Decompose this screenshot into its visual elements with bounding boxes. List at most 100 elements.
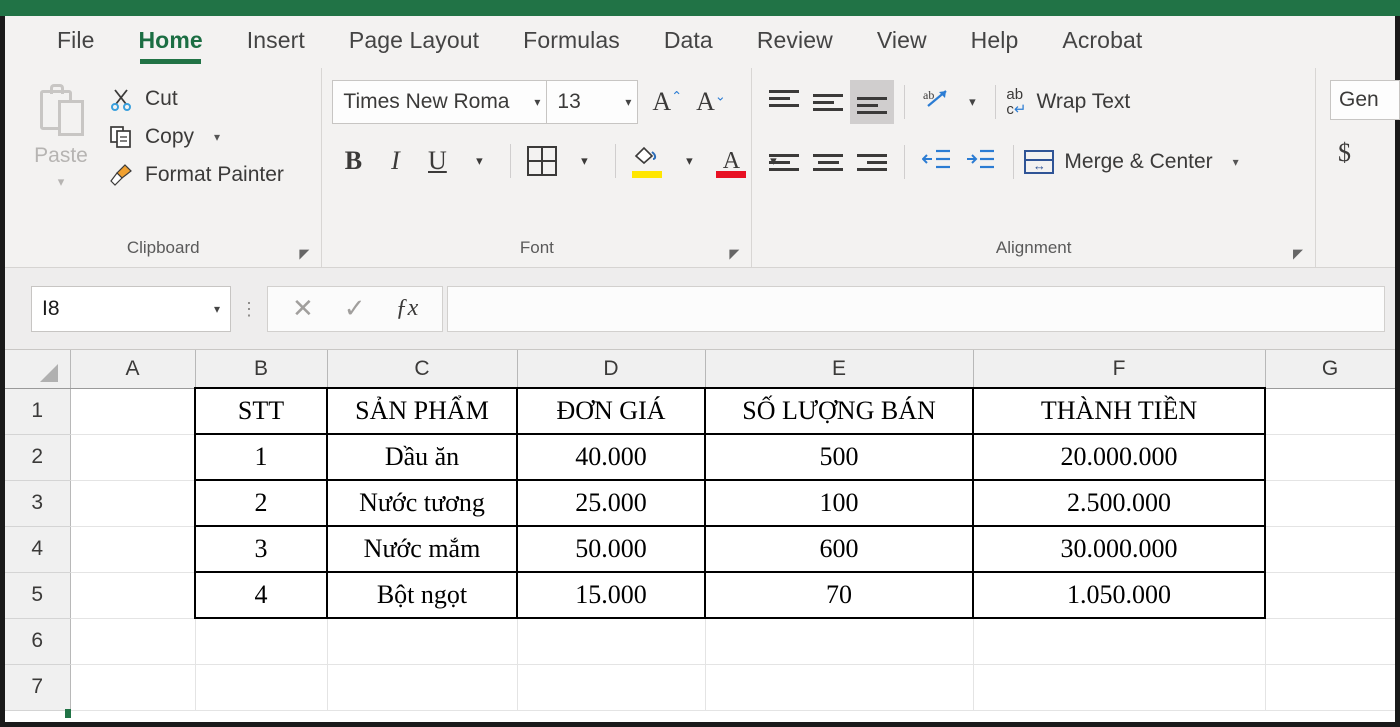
font-size-input[interactable]: 13 ▾ xyxy=(546,80,639,124)
alignment-dialog-launcher[interactable]: ◤ xyxy=(1291,247,1305,261)
tab-home[interactable]: Home xyxy=(116,23,224,64)
underline-chevron-down-icon[interactable]: ▾ xyxy=(458,140,500,182)
cell-B2[interactable]: 1 xyxy=(194,433,328,481)
decrease-indent-button[interactable] xyxy=(915,140,959,184)
borders-chevron-down-icon[interactable]: ▾ xyxy=(563,140,605,182)
cell-F7[interactable] xyxy=(973,664,1266,711)
merge-center-button[interactable]: Merge & Center ▾ xyxy=(1024,150,1239,174)
copy-button[interactable]: Copy ▾ xyxy=(107,124,284,150)
cell-C5[interactable]: Bột ngọt xyxy=(326,571,518,619)
chevron-down-icon[interactable]: ▾ xyxy=(534,95,540,109)
column-header-g[interactable]: G xyxy=(1265,350,1395,389)
row-header-2[interactable]: 2 xyxy=(5,434,71,481)
clipboard-dialog-launcher[interactable]: ◤ xyxy=(297,247,311,261)
font-color-button[interactable]: A xyxy=(710,140,752,182)
align-right-button[interactable] xyxy=(850,140,894,184)
currency-format-button[interactable]: $ xyxy=(1330,138,1351,168)
cell-E5[interactable]: 70 xyxy=(704,571,974,619)
cell-F5[interactable]: 1.050.000 xyxy=(972,571,1266,619)
cell-D5[interactable]: 15.000 xyxy=(516,571,706,619)
fill-color-button[interactable] xyxy=(626,140,668,182)
cell-G2[interactable] xyxy=(1265,434,1395,481)
increase-indent-button[interactable] xyxy=(959,140,1003,184)
cell-E7[interactable] xyxy=(705,664,974,711)
row-header-1[interactable]: 1 xyxy=(5,388,71,435)
chevron-down-icon[interactable]: ▾ xyxy=(214,302,220,316)
tab-acrobat[interactable]: Acrobat xyxy=(1040,23,1164,62)
cell-G6[interactable] xyxy=(1265,618,1395,665)
cell-A4[interactable] xyxy=(70,526,196,573)
name-box[interactable]: I8 ▾ xyxy=(31,285,231,332)
chevron-down-icon[interactable]: ▾ xyxy=(214,130,220,144)
column-header-b[interactable]: B xyxy=(195,350,328,389)
cell-A1[interactable] xyxy=(70,388,196,435)
close-x-icon[interactable]: ✕ xyxy=(292,293,314,324)
borders-button[interactable] xyxy=(521,140,563,182)
align-top-button[interactable] xyxy=(762,80,806,124)
tab-review[interactable]: Review xyxy=(735,23,855,62)
cell-G5[interactable] xyxy=(1265,572,1395,619)
align-bottom-button[interactable] xyxy=(850,80,895,124)
cell-E2[interactable]: 500 xyxy=(704,433,974,481)
cell-G1[interactable] xyxy=(1265,388,1395,435)
align-center-button[interactable] xyxy=(806,140,850,184)
number-format-select[interactable]: Gen xyxy=(1330,80,1400,120)
orientation-chevron-down-icon[interactable]: ▾ xyxy=(959,80,985,124)
cell-A7[interactable] xyxy=(70,664,196,711)
tab-data[interactable]: Data xyxy=(642,23,735,62)
select-all-corner[interactable] xyxy=(5,350,71,389)
cell-C7[interactable] xyxy=(327,664,518,711)
formula-input[interactable] xyxy=(447,285,1385,332)
cell-B3[interactable]: 2 xyxy=(194,479,328,527)
cell-D2[interactable]: 40.000 xyxy=(516,433,706,481)
bold-button[interactable]: B xyxy=(332,140,374,182)
chevron-down-icon[interactable]: ▾ xyxy=(58,174,65,190)
cell-C3[interactable]: Nước tương xyxy=(326,479,518,527)
tab-view[interactable]: View xyxy=(855,23,949,62)
fill-color-chevron-down-icon[interactable]: ▾ xyxy=(668,140,710,182)
cell-D6[interactable] xyxy=(517,618,706,665)
column-header-c[interactable]: C xyxy=(327,350,518,389)
orientation-button[interactable]: ab xyxy=(915,80,959,124)
check-icon[interactable]: ✓ xyxy=(344,293,366,324)
column-header-d[interactable]: D xyxy=(517,350,706,389)
cell-E3[interactable]: 100 xyxy=(704,479,974,527)
increase-font-size-button[interactable]: A⌃ xyxy=(652,87,682,117)
cell-E1[interactable]: SỐ LƯỢNG BÁN xyxy=(704,387,974,435)
row-header-3[interactable]: 3 xyxy=(5,480,71,527)
cell-C4[interactable]: Nước mắm xyxy=(326,525,518,573)
cell-A6[interactable] xyxy=(70,618,196,665)
cell-F4[interactable]: 30.000.000 xyxy=(972,525,1266,573)
cell-A5[interactable] xyxy=(70,572,196,619)
row-header-6[interactable]: 6 xyxy=(5,618,71,665)
cell-G4[interactable] xyxy=(1265,526,1395,573)
cell-G3[interactable] xyxy=(1265,480,1395,527)
row-header-7[interactable]: 7 xyxy=(5,664,71,711)
cell-D4[interactable]: 50.000 xyxy=(516,525,706,573)
tab-help[interactable]: Help xyxy=(949,23,1041,62)
cell-F3[interactable]: 2.500.000 xyxy=(972,479,1266,527)
cell-D1[interactable]: ĐƠN GIÁ xyxy=(516,387,706,435)
formula-bar-handle[interactable]: ⋮ xyxy=(231,300,267,318)
cut-button[interactable]: Cut xyxy=(107,86,284,112)
cell-G7[interactable] xyxy=(1265,664,1395,711)
cell-C1[interactable]: SẢN PHẨM xyxy=(326,387,518,435)
cell-B1[interactable]: STT xyxy=(194,387,328,435)
underline-button[interactable]: U xyxy=(416,140,458,182)
cell-D7[interactable] xyxy=(517,664,706,711)
format-painter-button[interactable]: Format Painter xyxy=(107,162,284,188)
tab-file[interactable]: File xyxy=(35,23,116,62)
cell-A3[interactable] xyxy=(70,480,196,527)
cell-B7[interactable] xyxy=(195,664,328,711)
column-header-e[interactable]: E xyxy=(705,350,974,389)
cell-B5[interactable]: 4 xyxy=(194,571,328,619)
font-dialog-launcher[interactable]: ◤ xyxy=(727,247,741,261)
cell-F2[interactable]: 20.000.000 xyxy=(972,433,1266,481)
column-header-a[interactable]: A xyxy=(70,350,196,389)
align-middle-button[interactable] xyxy=(806,80,850,124)
cell-B4[interactable]: 3 xyxy=(194,525,328,573)
chevron-down-icon[interactable]: ▾ xyxy=(1233,155,1239,169)
decrease-font-size-button[interactable]: A⌄ xyxy=(696,87,726,117)
cell-B6[interactable] xyxy=(195,618,328,665)
fx-icon[interactable]: ƒx xyxy=(396,295,419,322)
